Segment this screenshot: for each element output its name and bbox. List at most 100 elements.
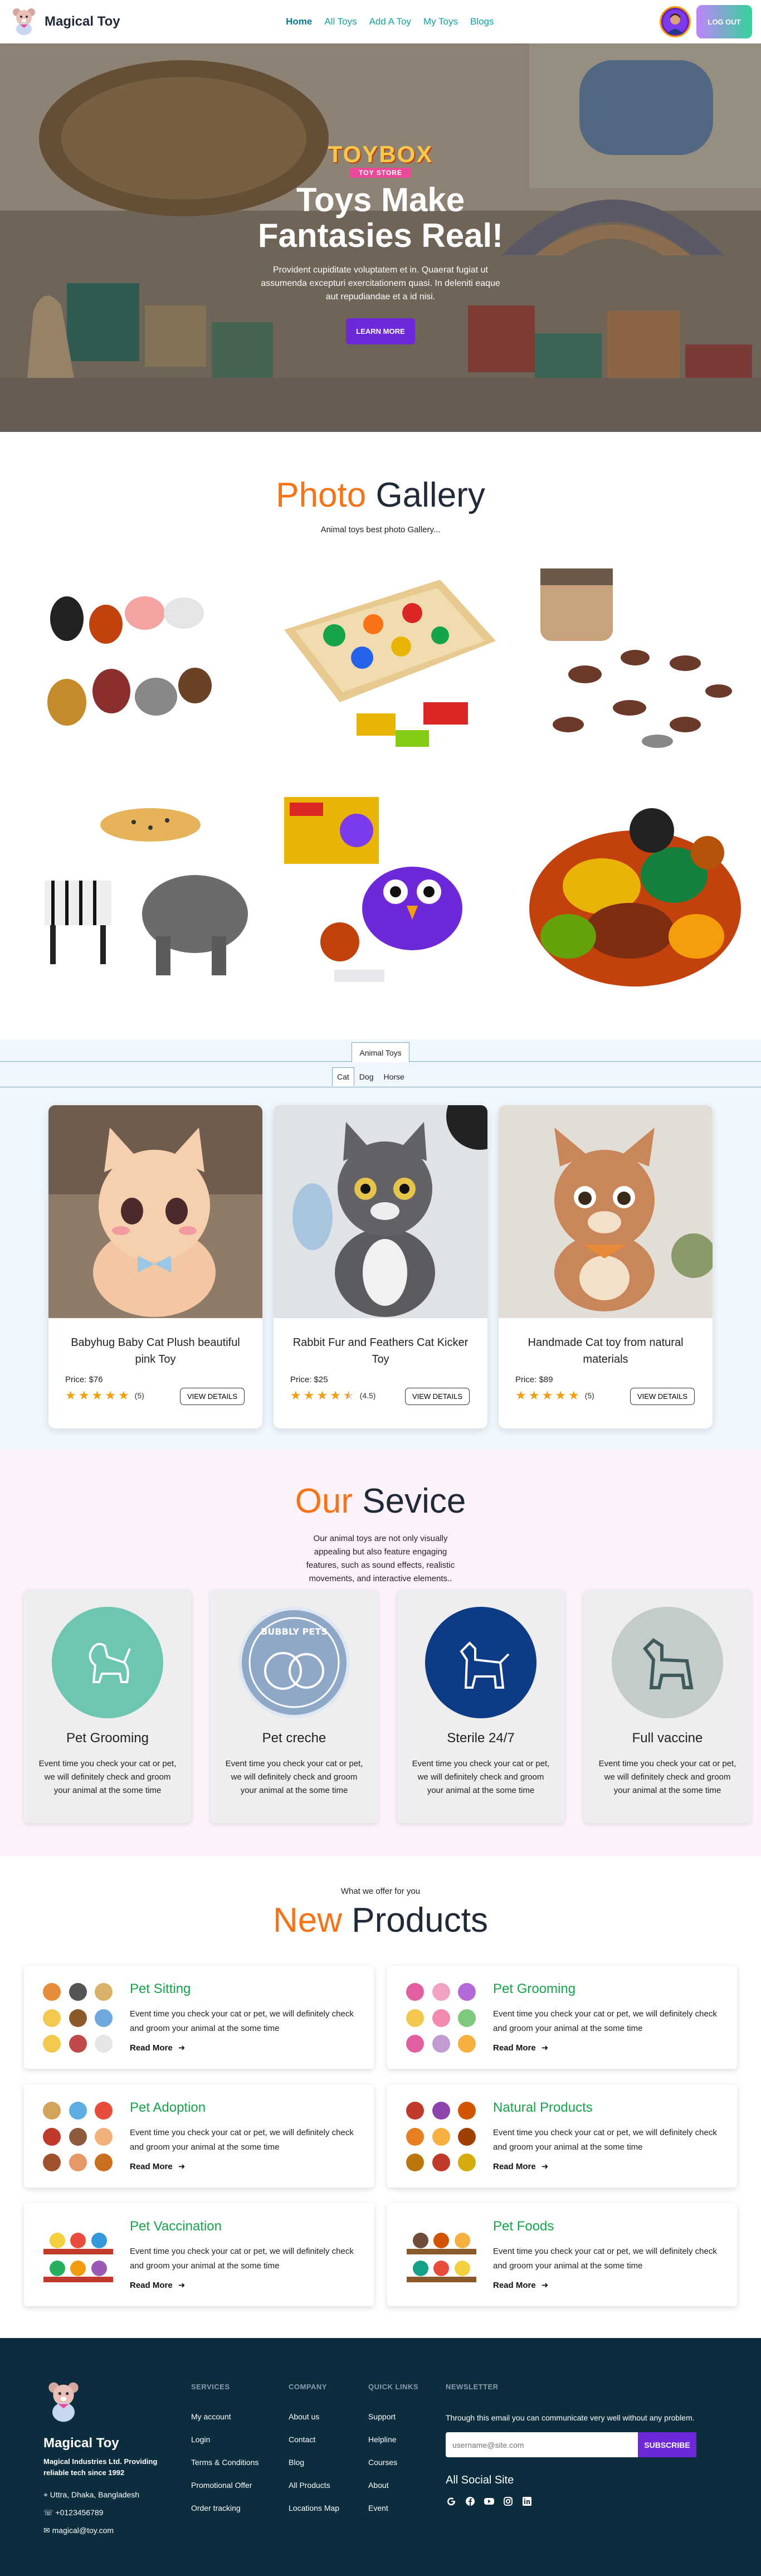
phone-icon: ☏ <box>43 2508 53 2517</box>
service-desc: Event time you check your cat or pet, we… <box>38 1759 177 1795</box>
service-name: Pet creche <box>262 1731 326 1746</box>
view-details-button[interactable]: VIEW DETAILS <box>404 1388 470 1405</box>
service-card[interactable]: BUBBLY PETS Pet creche Event time you ch… <box>211 1590 378 1823</box>
linkedin-icon[interactable] <box>521 2496 533 2507</box>
hero-title-line-1: Toys Make <box>296 181 465 218</box>
animal-toys-section: Animal Toys Cat Dog Horse Babyhug Baby C… <box>0 1039 761 1449</box>
pet-creche-badge-icon: BUBBLY PETS <box>238 1607 350 1718</box>
products-title-highlight: New <box>273 1901 343 1940</box>
half-star-icon: ★ <box>343 1388 354 1402</box>
star-icon: ★ <box>105 1388 116 1402</box>
logout-button[interactable]: LOG OUT <box>696 5 752 38</box>
footer-link[interactable]: About us <box>289 2412 339 2421</box>
footer-link[interactable]: All Products <box>289 2481 339 2490</box>
footer-link[interactable]: Courses <box>368 2458 418 2467</box>
read-more-link[interactable]: Read More ➜ <box>493 2043 548 2053</box>
service-name: Full vaccine <box>632 1731 703 1746</box>
learn-more-button[interactable]: LEARN MORE <box>346 318 415 344</box>
gallery-image-lego-creator[interactable] <box>273 775 507 1009</box>
hero-title: Toys Make Fantasies Real! <box>0 182 761 254</box>
star-icon: ★ <box>316 1388 328 1402</box>
read-more-link[interactable]: Read More ➜ <box>130 2280 185 2291</box>
location-pin-icon: ⌖ <box>43 2490 48 2499</box>
youtube-icon[interactable] <box>484 2496 495 2507</box>
footer-link[interactable]: About <box>368 2481 418 2490</box>
gallery-subtitle: Animal toys best photo Gallery... <box>320 525 441 534</box>
gallery-image-animal-pile[interactable] <box>518 775 752 1009</box>
newsletter: NEWSLETTER Through this email you can co… <box>446 2383 713 2507</box>
service-grid: Pet Grooming Event time you check your c… <box>24 1590 751 1823</box>
nav-link-all-toys[interactable]: All Toys <box>324 16 357 27</box>
toy-image-pink-cat-plush <box>48 1105 262 1318</box>
product-card: Pet Grooming Event time you check your c… <box>387 1966 737 2069</box>
footer-link[interactable]: Event <box>368 2504 418 2512</box>
tab-dog[interactable]: Dog <box>354 1067 379 1086</box>
rating-value: (5) <box>134 1391 144 1400</box>
nav-link-blogs[interactable]: Blogs <box>470 16 494 27</box>
star-icon: ★ <box>568 1388 579 1402</box>
facebook-icon[interactable] <box>465 2496 476 2507</box>
service-title-rest: Sevice <box>362 1482 466 1520</box>
tab-cat[interactable]: Cat <box>332 1067 354 1086</box>
tab-animal-toys[interactable]: Animal Toys <box>352 1042 409 1062</box>
toybox-logo-word: TOYBOX <box>328 141 433 167</box>
product-card: Natural Products Event time you check yo… <box>387 2084 737 2188</box>
read-more-link[interactable]: Read More ➜ <box>493 2161 548 2172</box>
subscribe-button[interactable]: SUBSCRIBE <box>638 2432 696 2457</box>
tab-horse[interactable]: Horse <box>378 1067 409 1086</box>
footer-link[interactable]: My account <box>191 2412 258 2421</box>
footer-link[interactable]: Support <box>368 2412 418 2421</box>
nav-link-add-toy[interactable]: Add A Toy <box>369 16 411 27</box>
read-more-link[interactable]: Read More ➜ <box>493 2280 548 2291</box>
service-card[interactable]: Full vaccine Event time you check your c… <box>584 1590 751 1823</box>
gallery-title-rest: Gallery <box>375 476 485 514</box>
user-avatar[interactable] <box>659 6 691 37</box>
view-details-button[interactable]: VIEW DETAILS <box>630 1388 695 1405</box>
service-card[interactable]: Sterile 24/7 Event time you check your c… <box>397 1590 564 1823</box>
product-title: Pet Grooming <box>493 1981 576 1996</box>
nav-link-my-toys[interactable]: My Toys <box>423 16 458 27</box>
newsletter-email-input[interactable] <box>446 2432 638 2457</box>
footer-column-heading: QUICK LINKS <box>368 2383 418 2391</box>
product-title: Pet Adoption <box>130 2100 206 2115</box>
rating-value: (4.5) <box>359 1391 376 1400</box>
newsletter-text: Through this email you can communicate v… <box>446 2413 695 2422</box>
service-desc: Event time you check your cat or pet, we… <box>598 1759 736 1795</box>
service-card[interactable]: Pet Grooming Event time you check your c… <box>24 1590 191 1823</box>
read-more-label: Read More <box>493 2043 536 2053</box>
grooming-dog-icon <box>52 1607 163 1718</box>
footer-link[interactable]: Promotional Offer <box>191 2481 258 2490</box>
footer-email[interactable]: ✉ magical@toy.com <box>43 2521 139 2539</box>
product-desc: Event time you check your cat or pet, we… <box>493 2247 717 2271</box>
footer-link[interactable]: Login <box>191 2435 258 2444</box>
instagram-icon[interactable] <box>503 2496 514 2507</box>
hero-banner: TOYBOX TOY STORE Toys Make Fantasies Rea… <box>0 43 761 432</box>
toybox-logo-sub: TOY STORE <box>350 168 411 178</box>
footer-link[interactable]: Helpline <box>368 2435 418 2444</box>
product-image-pet-adoption <box>43 2102 113 2171</box>
service-desc: Event time you check your cat or pet, we… <box>225 1759 363 1795</box>
footer-link[interactable]: Terms & Conditions <box>191 2458 258 2467</box>
footer-link[interactable]: Locations Map <box>289 2504 339 2512</box>
footer-link[interactable]: Order tracking <box>191 2504 258 2512</box>
product-desc: Event time you check your cat or pet, we… <box>493 2009 717 2033</box>
gallery-image-farm-animals[interactable] <box>28 552 262 775</box>
footer-address-text: Uttra, Dhaka, Bangladesh <box>50 2490 140 2499</box>
gallery-image-wild-animal-tube[interactable] <box>518 552 752 775</box>
product-card: Pet Foods Event time you check your cat … <box>387 2203 737 2306</box>
footer-column-heading: COMPANY <box>289 2383 327 2391</box>
footer-link[interactable]: Contact <box>289 2435 339 2444</box>
gallery-image-wooden-puzzle[interactable] <box>273 552 507 775</box>
footer-brand-name: Magical Toy <box>43 2436 119 2451</box>
read-more-link[interactable]: Read More ➜ <box>130 2161 185 2172</box>
view-details-button[interactable]: VIEW DETAILS <box>179 1388 245 1405</box>
nav-link-home[interactable]: Home <box>286 16 312 27</box>
footer-column-services: SERVICES My account Login Terms & Condit… <box>191 2383 258 2526</box>
brand[interactable]: Magical Toy <box>9 6 120 38</box>
footer-link[interactable]: Blog <box>289 2458 339 2467</box>
footer-phone[interactable]: ☏ +0123456789 <box>43 2504 139 2521</box>
product-image-pet-sitting <box>43 1983 113 2053</box>
read-more-link[interactable]: Read More ➜ <box>130 2043 185 2053</box>
gallery-image-safari-animals[interactable] <box>28 775 262 1009</box>
google-icon[interactable] <box>446 2496 457 2507</box>
